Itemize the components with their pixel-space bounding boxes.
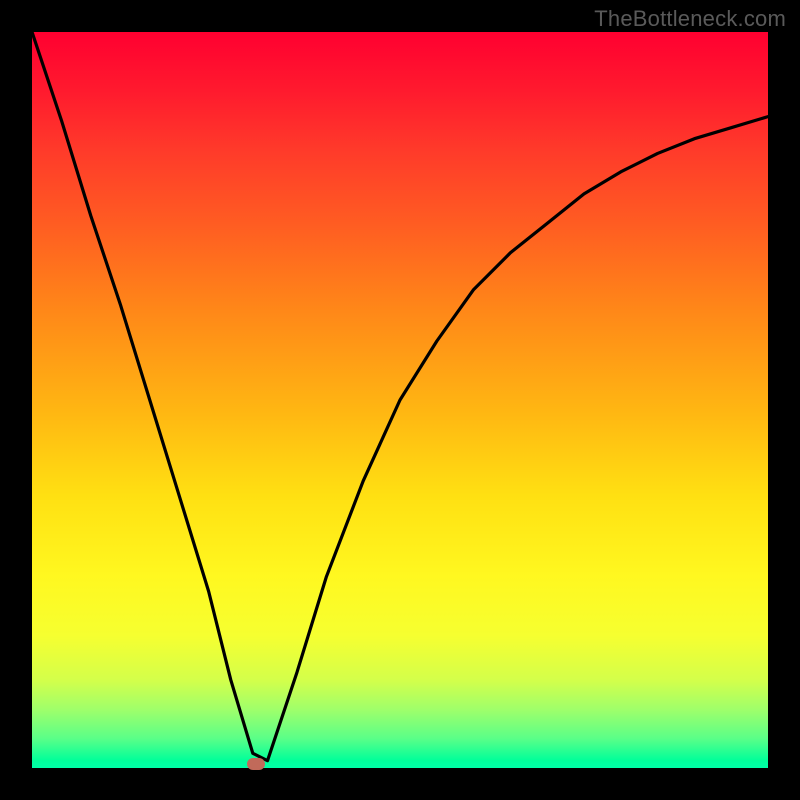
- watermark-text: TheBottleneck.com: [594, 6, 786, 32]
- curve-layer: [32, 32, 768, 768]
- plot-area: [32, 32, 768, 768]
- chart-container: TheBottleneck.com: [0, 0, 800, 800]
- minimum-marker: [247, 758, 265, 770]
- bottleneck-curve: [32, 32, 768, 761]
